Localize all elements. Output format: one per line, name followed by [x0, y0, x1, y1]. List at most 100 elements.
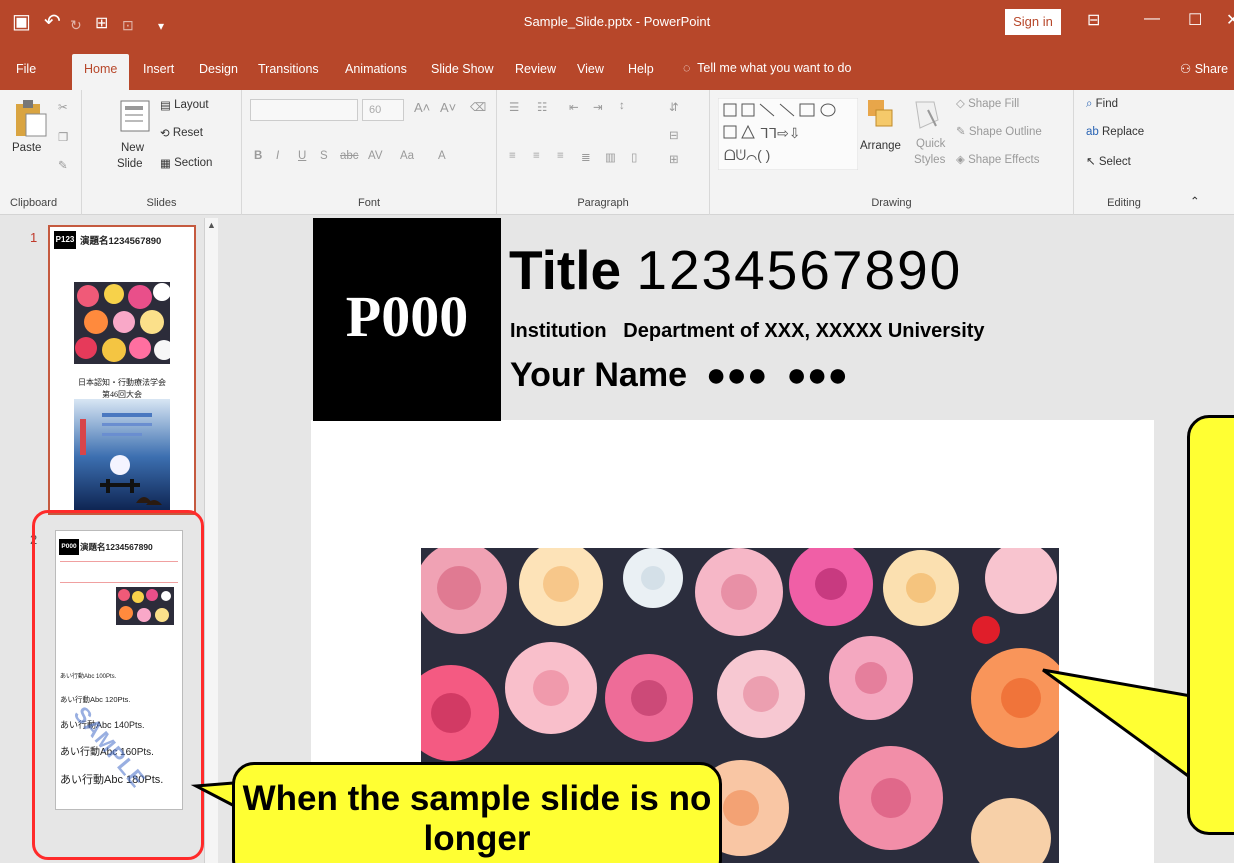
- ribbon-display-options-icon[interactable]: ⊟: [1087, 10, 1100, 30]
- font-color-icon[interactable]: A: [438, 150, 446, 162]
- quick-styles-label-2[interactable]: Styles: [914, 154, 945, 166]
- tab-help[interactable]: Help: [628, 62, 654, 76]
- tab-view[interactable]: View: [577, 62, 604, 76]
- font-name-box[interactable]: [250, 99, 358, 121]
- find-button[interactable]: ⌕ Find: [1086, 98, 1118, 111]
- shape-fill-button[interactable]: ◇ Shape Fill: [956, 96, 1019, 110]
- section-button[interactable]: ▦ Section: [160, 156, 212, 170]
- cut-icon[interactable]: ✂: [58, 100, 68, 114]
- drawing-group-label: Drawing: [871, 197, 912, 209]
- minimize-icon[interactable]: —: [1144, 10, 1160, 28]
- copy-icon[interactable]: ❐: [58, 130, 68, 144]
- strikethrough-icon[interactable]: abc: [340, 150, 359, 162]
- slide-author-name[interactable]: Your Name ●●● ●●●: [510, 356, 848, 395]
- reset-label: Reset: [172, 127, 203, 140]
- ribbon-home: Paste ✂ ❐ ✎ Clipboard New Slide ▤ Layout…: [0, 90, 1234, 215]
- slide-institution[interactable]: Institution Department of XXX, XXXXX Uni…: [510, 320, 985, 343]
- underline-icon[interactable]: U: [298, 150, 306, 162]
- char-spacing-icon[interactable]: AV: [368, 150, 383, 162]
- ribbon-tabs: File Home Insert Design Transitions Anim…: [0, 48, 1234, 90]
- share-label: Share: [1194, 62, 1229, 76]
- numbering-icon[interactable]: ☷: [537, 100, 547, 114]
- slide-1-poster-image: [74, 399, 170, 513]
- slide-1-title: 演題名1234567890: [80, 236, 162, 247]
- tab-file[interactable]: File: [16, 62, 36, 76]
- arrange-label[interactable]: Arrange: [860, 140, 901, 152]
- italic-icon[interactable]: I: [276, 150, 279, 162]
- arrange-icon[interactable]: [866, 98, 896, 132]
- slide-title-number: 1234567890: [636, 239, 963, 301]
- align-center-icon[interactable]: ≡: [533, 150, 540, 162]
- new-slide-label[interactable]: New: [121, 142, 144, 154]
- font-size-box[interactable]: 60: [362, 99, 404, 121]
- thumbnail-scrollbar[interactable]: ▲: [204, 218, 218, 863]
- columns-dropdown-icon[interactable]: ▯: [631, 150, 637, 164]
- find-label: Find: [1095, 98, 1119, 110]
- tab-slide-show[interactable]: Slide Show: [431, 62, 494, 76]
- tab-home[interactable]: Home: [72, 54, 130, 90]
- select-button[interactable]: ↖ Select: [1086, 154, 1131, 168]
- align-text-icon[interactable]: ⊟: [669, 128, 679, 142]
- shapes-gallery-icon[interactable]: ᒣᒣ⇨⇩ ᗝᕫ⌒( ): [718, 98, 858, 170]
- smartart-icon[interactable]: ⊞: [669, 152, 679, 166]
- paragraph-group: ☰ ☷ ⇤ ⇥ ↕ ⇵ ⊟ ⊞ ≡ ≡ ≡ ≣ ▥ ▯ Paragraph: [497, 90, 710, 215]
- reset-button[interactable]: ⟲ Reset: [160, 126, 203, 140]
- slide-1-thumbnail[interactable]: P123 演題名1234567890 日本認知・行動療法学会 第46回大会: [48, 225, 196, 515]
- shape-outline-label: Shape Outline: [968, 126, 1042, 138]
- format-painter-icon[interactable]: ✎: [58, 158, 68, 172]
- maximize-icon[interactable]: ☐: [1188, 10, 1202, 30]
- shape-fill-label: Shape Fill: [968, 98, 1020, 110]
- clipboard-group: Paste ✂ ❐ ✎ Clipboard: [0, 90, 82, 215]
- line-spacing-icon[interactable]: ↕: [619, 100, 625, 112]
- select-label: Select: [1098, 156, 1131, 168]
- align-left-icon[interactable]: ≡: [509, 150, 516, 162]
- replace-button[interactable]: ab Replace: [1086, 126, 1144, 138]
- bold-icon[interactable]: B: [254, 150, 262, 162]
- effects-icon: ◈: [956, 154, 965, 166]
- shape-effects-button[interactable]: ◈ Shape Effects: [956, 152, 1039, 166]
- tab-transitions[interactable]: Transitions: [258, 62, 319, 76]
- columns-icon[interactable]: ▥: [605, 150, 616, 164]
- svg-text:ᗝᕫ⌒( ): ᗝᕫ⌒( ): [724, 147, 770, 163]
- quick-styles-label[interactable]: Quick: [916, 138, 945, 150]
- close-icon[interactable]: ✕: [1226, 10, 1234, 30]
- slide-1-poster-number: P123: [54, 231, 76, 249]
- shadow-icon[interactable]: S: [320, 150, 328, 162]
- share-button[interactable]: ⚇ Share: [1180, 61, 1228, 76]
- shape-effects-label: Shape Effects: [968, 154, 1040, 166]
- layout-button[interactable]: ▤ Layout: [160, 98, 209, 112]
- slide-1-event-title: 日本認知・行動療法学会: [78, 378, 166, 387]
- callout-1-text: When the sample slide is no longer: [242, 779, 712, 858]
- new-slide-icon[interactable]: [120, 100, 152, 134]
- align-right-icon[interactable]: ≡: [557, 150, 564, 162]
- collapse-ribbon-icon[interactable]: ⌃: [1190, 194, 1200, 208]
- bullets-icon[interactable]: ☰: [509, 100, 519, 114]
- increase-indent-icon[interactable]: ⇥: [593, 100, 603, 114]
- slide-title[interactable]: Title 1234567890: [509, 240, 962, 300]
- lightbulb-icon: ◌: [683, 61, 691, 75]
- poster-number: P000: [345, 284, 469, 349]
- scroll-up-icon[interactable]: ▲: [207, 220, 216, 230]
- clear-format-icon[interactable]: ⌫: [470, 100, 486, 114]
- drawing-group: ᒣᒣ⇨⇩ ᗝᕫ⌒( ) Arrange Quick Styles ◇ Shape…: [710, 90, 1074, 215]
- tab-review[interactable]: Review: [515, 62, 556, 76]
- svg-text:ᒣᒣ⇨⇩: ᒣᒣ⇨⇩: [760, 125, 801, 141]
- text-direction-icon[interactable]: ⇵: [669, 100, 679, 114]
- paste-label[interactable]: Paste: [12, 142, 41, 154]
- justify-icon[interactable]: ≣: [581, 150, 591, 164]
- paste-icon[interactable]: [14, 98, 48, 138]
- change-case-icon[interactable]: Aa: [400, 150, 414, 162]
- slide-1-flowers-image: [74, 282, 170, 364]
- quick-styles-icon[interactable]: [910, 98, 942, 132]
- tab-animations[interactable]: Animations: [345, 62, 407, 76]
- clipboard-group-label: Clipboard: [10, 197, 58, 209]
- decrease-indent-icon[interactable]: ⇤: [569, 100, 579, 114]
- new-slide-label-2[interactable]: Slide: [117, 158, 143, 170]
- decrease-font-icon[interactable]: A˅: [440, 100, 456, 115]
- tell-me-search[interactable]: ◌ Tell me what you want to do: [683, 61, 851, 75]
- tab-insert[interactable]: Insert: [143, 62, 174, 76]
- shape-outline-button[interactable]: ✎ Shape Outline: [956, 124, 1042, 138]
- increase-font-icon[interactable]: A˄: [414, 100, 430, 115]
- sign-in-button[interactable]: Sign in: [1005, 9, 1061, 35]
- tab-design[interactable]: Design: [199, 62, 238, 76]
